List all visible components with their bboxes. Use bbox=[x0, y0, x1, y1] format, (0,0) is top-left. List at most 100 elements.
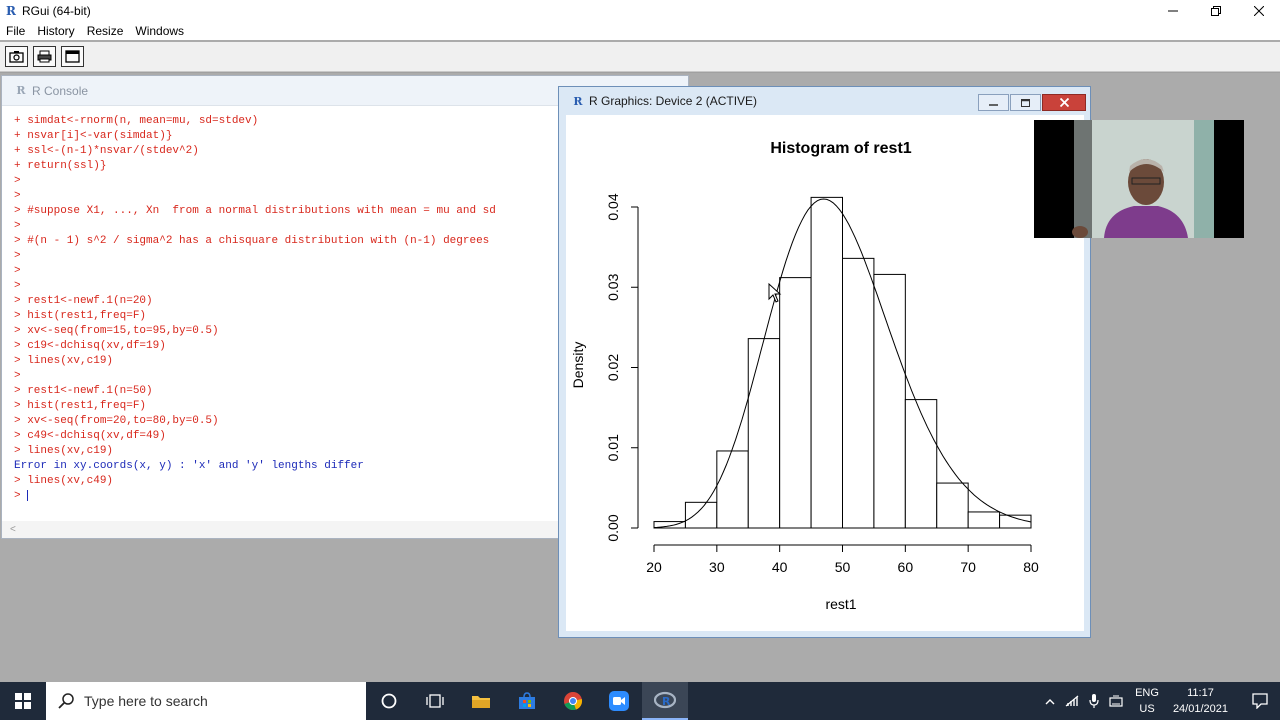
search-placeholder: Type here to search bbox=[84, 693, 208, 709]
histogram-bar bbox=[716, 450, 749, 529]
microphone-button[interactable] bbox=[1083, 682, 1105, 720]
x-tick-label: 80 bbox=[1023, 559, 1039, 575]
task-view-button[interactable] bbox=[412, 682, 458, 720]
input-language-indicator[interactable]: ENG US bbox=[1135, 685, 1159, 717]
x-tick-label: 40 bbox=[772, 559, 788, 575]
folder-icon bbox=[472, 696, 490, 708]
console-line: + simdat<-rnorm(n, mean=mu, sd=stdev) bbox=[14, 115, 259, 127]
menu-file[interactable]: File bbox=[0, 24, 31, 38]
toolbar bbox=[0, 42, 1280, 72]
file-explorer-button[interactable] bbox=[458, 682, 504, 720]
console-prompt-line[interactable]: > bbox=[14, 489, 574, 504]
histogram-bar bbox=[967, 511, 1001, 529]
histogram-bar bbox=[747, 338, 781, 529]
start-button[interactable] bbox=[0, 682, 46, 720]
microphone-icon bbox=[1089, 694, 1099, 708]
graphics-minimize-button[interactable] bbox=[978, 94, 1009, 111]
taskbar: Type here to search R ENG US 11:17 24/01… bbox=[0, 682, 1280, 720]
plot-canvas[interactable]: Histogram of rest1 rest1 Density 20 30 40 5… bbox=[566, 115, 1084, 631]
close-button[interactable] bbox=[1237, 0, 1280, 22]
restore-button[interactable] bbox=[1194, 0, 1237, 22]
copy-plot-button[interactable] bbox=[5, 46, 28, 67]
console-output[interactable]: + simdat<-rnorm(n, mean=mu, sd=stdev) + n… bbox=[14, 114, 574, 514]
console-line: + nsvar[i]<-var(simdat)} bbox=[14, 130, 173, 142]
cortana-button[interactable] bbox=[366, 682, 412, 720]
windows-logo-icon bbox=[15, 693, 31, 709]
menu-windows[interactable]: Windows bbox=[129, 24, 190, 38]
camera-icon bbox=[9, 51, 24, 63]
close-icon bbox=[1253, 6, 1264, 16]
zoom-camera-icon bbox=[609, 691, 629, 711]
y-axis-label: Density bbox=[570, 342, 586, 389]
console-line: > #suppose X1, ..., Xn from a normal dis… bbox=[14, 205, 496, 217]
console-line: + return(ssl)} bbox=[14, 160, 107, 172]
search-icon bbox=[58, 693, 74, 709]
chrome-icon bbox=[564, 692, 583, 711]
clock-date: 24/01/2021 bbox=[1172, 703, 1228, 715]
window-controls bbox=[1151, 0, 1280, 22]
console-line: > lines(xv,c19) bbox=[14, 445, 114, 457]
app-title: RGui (64-bit) bbox=[22, 4, 91, 18]
store-button[interactable] bbox=[504, 682, 550, 720]
r-program-icon: R bbox=[654, 691, 676, 709]
minimize-button[interactable] bbox=[1151, 0, 1194, 22]
graphics-titlebar: R R Graphics: Device 2 (ACTIVE) bbox=[559, 87, 1090, 115]
console-line: > bbox=[14, 280, 21, 292]
menu-bar: File History Resize Windows bbox=[0, 22, 1280, 40]
r-logo-icon: R bbox=[6, 4, 16, 18]
graphics-window: R R Graphics: Device 2 (ACTIVE) Histogra… bbox=[558, 86, 1091, 638]
clock-time: 11:17 bbox=[1187, 687, 1214, 699]
window-button[interactable] bbox=[61, 46, 84, 67]
zoom-button[interactable] bbox=[596, 682, 642, 720]
keyboard-indicator[interactable] bbox=[1105, 682, 1127, 720]
histogram-chart: Histogram of rest1 rest1 Density 20 30 40 5… bbox=[570, 140, 1039, 612]
taskbar-search-box[interactable]: Type here to search bbox=[46, 682, 366, 720]
window-icon bbox=[65, 50, 80, 63]
screen: R RGui (64-bit) File History Resize Wind… bbox=[0, 0, 1280, 720]
histogram-bar bbox=[904, 399, 938, 529]
console-line: > #(n - 1) s^2 / sigma^2 has a chisquare… bbox=[14, 235, 490, 247]
print-button[interactable] bbox=[33, 46, 56, 67]
histogram-bar bbox=[810, 196, 843, 529]
console-line: > bbox=[14, 190, 21, 202]
console-line: > c19<-dchisq(xv,df=19) bbox=[14, 340, 166, 352]
console-line: > bbox=[14, 250, 21, 262]
console-prompt: > bbox=[14, 490, 21, 502]
show-hidden-icons-button[interactable] bbox=[1039, 682, 1061, 720]
x-tick-label: 30 bbox=[709, 559, 725, 575]
graphics-maximize-button[interactable] bbox=[1010, 94, 1041, 111]
maximize-icon bbox=[1021, 98, 1030, 107]
webcam-overlay bbox=[1034, 120, 1244, 238]
console-line: + ssl<-(n-1)*nsvar/(stdev^2) bbox=[14, 145, 199, 157]
menu-history[interactable]: History bbox=[31, 24, 80, 38]
wifi-icon bbox=[1065, 695, 1079, 707]
close-icon bbox=[1059, 98, 1069, 107]
minimize-icon bbox=[989, 103, 998, 106]
notification-center-button[interactable] bbox=[1240, 682, 1280, 720]
minimize-icon bbox=[1167, 10, 1178, 12]
system-clock[interactable]: 11:17 24/01/2021 bbox=[1173, 685, 1228, 717]
console-line: > bbox=[14, 175, 21, 187]
y-tick-label: 0.00 bbox=[605, 514, 621, 541]
chrome-button[interactable] bbox=[550, 682, 596, 720]
histogram-bar bbox=[779, 277, 812, 529]
console-line: > hist(rest1,freq=F) bbox=[14, 310, 147, 322]
rgui-taskbar-button[interactable]: R bbox=[642, 682, 688, 720]
console-line: > bbox=[14, 220, 21, 232]
graphics-close-button[interactable] bbox=[1042, 94, 1086, 111]
y-tick-label: 0.03 bbox=[605, 273, 621, 300]
keyboard-icon bbox=[1109, 695, 1123, 707]
console-line: > hist(rest1,freq=F) bbox=[14, 400, 147, 412]
console-line: > c49<-dchisq(xv,df=49) bbox=[14, 430, 166, 442]
y-tick-label: 0.01 bbox=[605, 434, 621, 461]
network-button[interactable] bbox=[1061, 682, 1083, 720]
histogram-bar bbox=[684, 501, 718, 529]
scroll-left-icon[interactable]: < bbox=[10, 524, 16, 535]
console-line: Error in xy.coords(x, y) : 'x' and 'y' l… bbox=[14, 460, 364, 472]
console-line: > rest1<-newf.1(n=50) bbox=[14, 385, 153, 397]
console-line: > bbox=[14, 370, 21, 382]
menu-resize[interactable]: Resize bbox=[81, 24, 130, 38]
system-tray: ENG US 11:17 24/01/2021 bbox=[1039, 682, 1280, 720]
console-title: R Console bbox=[32, 83, 89, 98]
console-line: > lines(xv,c19) bbox=[14, 355, 114, 367]
